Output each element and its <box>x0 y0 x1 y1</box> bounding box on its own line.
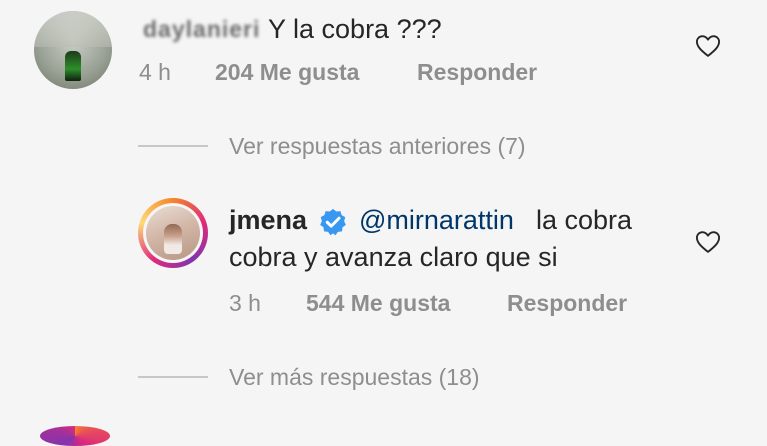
mention-link[interactable]: @mirnarattin <box>359 205 514 236</box>
avatar-photo <box>146 206 200 260</box>
avatar-background <box>34 11 112 47</box>
reply-likes[interactable]: 544 Me gusta <box>306 290 450 317</box>
reply-username[interactable]: jmena <box>229 205 307 236</box>
replies-divider <box>138 145 208 147</box>
replies-divider <box>138 376 208 378</box>
avatar[interactable] <box>40 426 110 446</box>
heart-outline-icon[interactable] <box>694 32 722 60</box>
reply-text-line1: la cobra <box>536 205 633 235</box>
avatar-figure <box>164 224 182 254</box>
reply-button[interactable]: Responder <box>507 290 627 317</box>
reply-text-line2: cobra y avanza claro que si <box>229 242 558 272</box>
comment-username[interactable]: daylanieri <box>143 16 261 46</box>
comment-likes[interactable]: 204 Me gusta <box>215 59 359 86</box>
avatar-figure <box>65 51 81 81</box>
avatar[interactable] <box>34 11 112 89</box>
view-more-replies[interactable]: Ver más respuestas (18) <box>229 364 480 391</box>
reply-button[interactable]: Responder <box>417 59 537 86</box>
comment-text: Y la cobra ??? <box>268 14 442 44</box>
verified-badge-icon <box>320 208 346 236</box>
reply-time: 3 h <box>229 290 261 316</box>
view-previous-replies[interactable]: Ver respuestas anteriores (7) <box>229 133 526 160</box>
avatar[interactable] <box>143 203 203 263</box>
heart-outline-icon[interactable] <box>694 228 722 256</box>
comment-time: 4 h <box>139 59 171 85</box>
